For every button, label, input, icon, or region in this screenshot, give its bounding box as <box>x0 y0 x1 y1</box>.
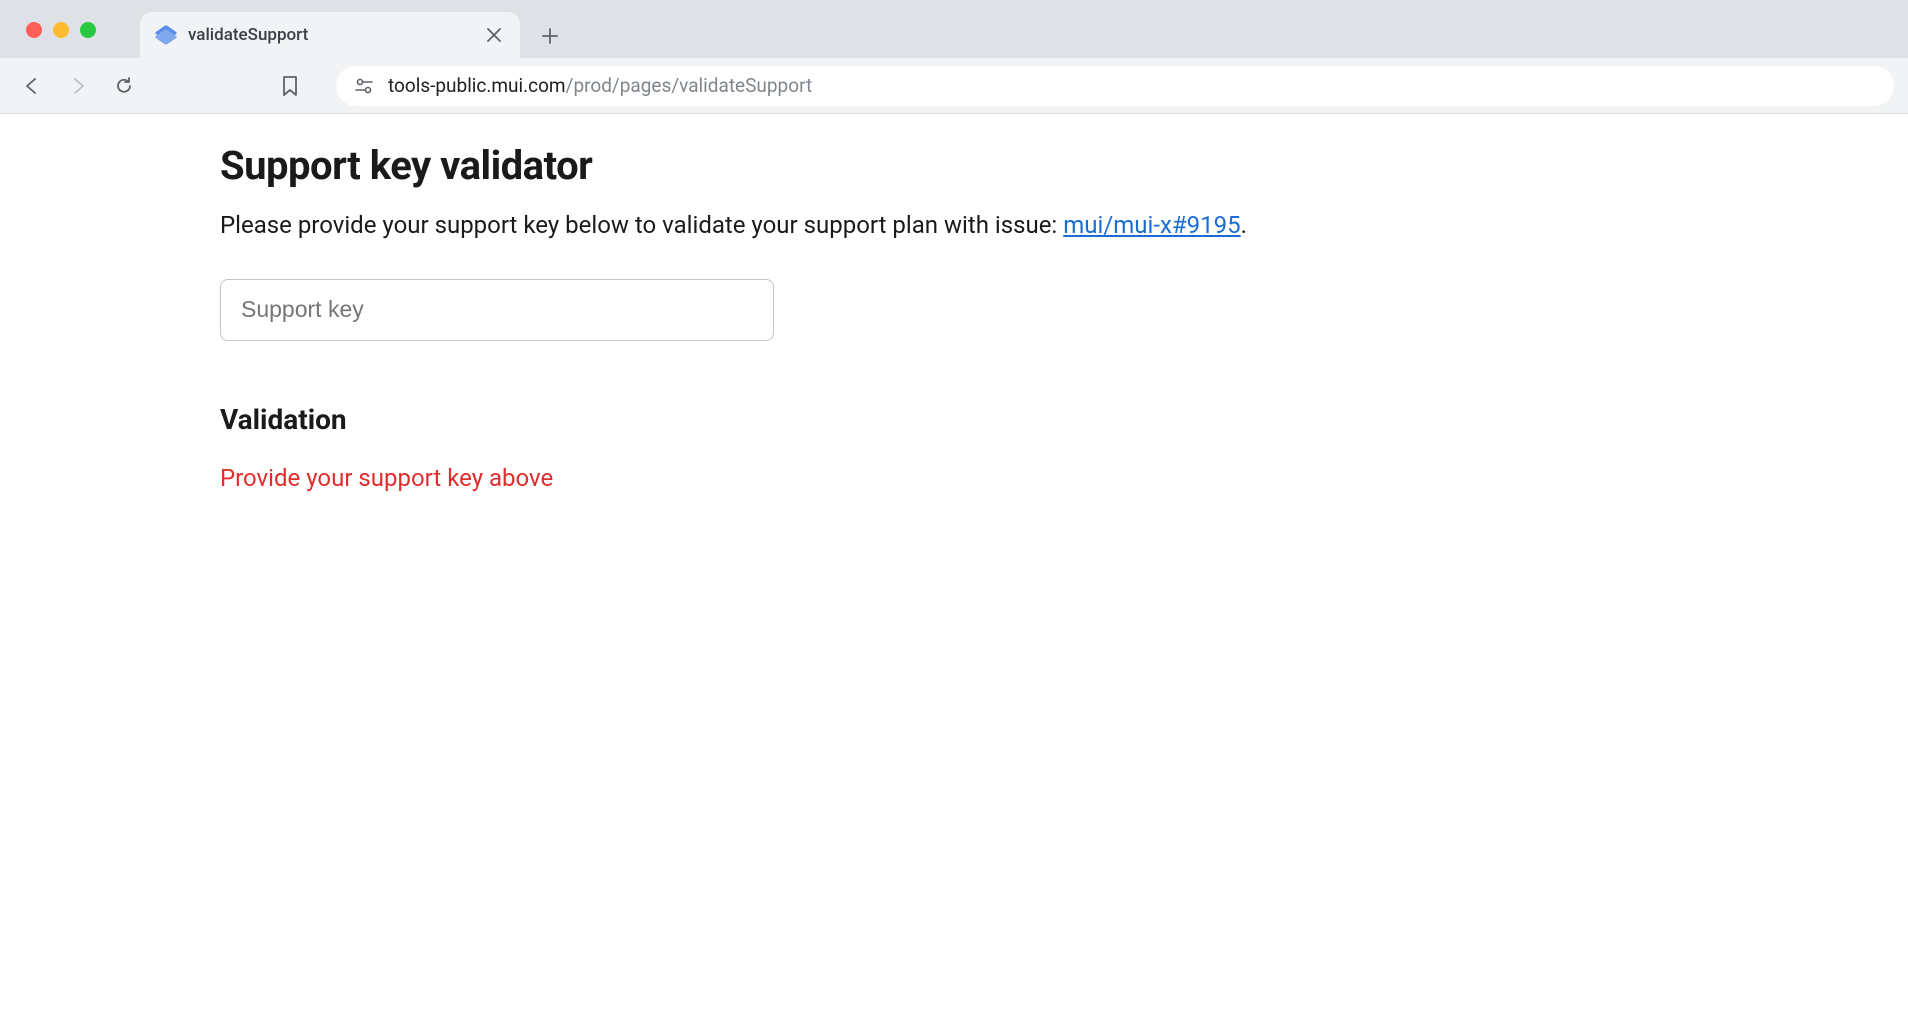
tab-title: validateSupport <box>188 25 472 45</box>
url-domain: tools-public.mui.com <box>388 74 566 97</box>
url-text: tools-public.mui.com/prod/pages/validate… <box>388 74 812 97</box>
bookmark-button[interactable] <box>272 68 308 104</box>
browser-toolbar: tools-public.mui.com/prod/pages/validate… <box>0 58 1908 114</box>
site-settings-icon <box>354 76 374 96</box>
description-prefix: Please provide your support key below to… <box>220 211 1063 239</box>
window-close-button[interactable] <box>26 22 42 38</box>
forward-arrow-icon <box>68 76 88 96</box>
validation-heading: Validation <box>220 403 1688 436</box>
support-key-input[interactable] <box>220 279 774 341</box>
plus-icon <box>541 27 559 45</box>
browser-tab-strip: validateSupport <box>0 0 1908 58</box>
window-minimize-button[interactable] <box>53 22 69 38</box>
tab-favicon-icon <box>156 25 176 45</box>
reload-button[interactable] <box>106 68 142 104</box>
new-tab-button[interactable] <box>532 18 568 54</box>
bookmark-icon <box>281 75 299 97</box>
page-content: Support key validator Please provide you… <box>0 114 1908 520</box>
forward-button[interactable] <box>60 68 96 104</box>
window-maximize-button[interactable] <box>80 22 96 38</box>
url-path: /prod/pages/validateSupport <box>566 74 813 97</box>
reload-icon <box>114 76 134 96</box>
window-controls <box>26 22 96 38</box>
description-suffix: . <box>1241 211 1247 239</box>
page-title: Support key validator <box>220 142 1688 189</box>
address-bar[interactable]: tools-public.mui.com/prod/pages/validate… <box>336 66 1894 106</box>
close-icon <box>487 28 501 42</box>
page-description: Please provide your support key below to… <box>220 209 1688 243</box>
tab-close-button[interactable] <box>484 25 504 45</box>
back-button[interactable] <box>14 68 50 104</box>
browser-tab[interactable]: validateSupport <box>140 12 520 58</box>
validation-message: Provide your support key above <box>220 464 1688 492</box>
issue-link[interactable]: mui/mui-x#9195 <box>1063 211 1240 239</box>
back-arrow-icon <box>22 76 42 96</box>
